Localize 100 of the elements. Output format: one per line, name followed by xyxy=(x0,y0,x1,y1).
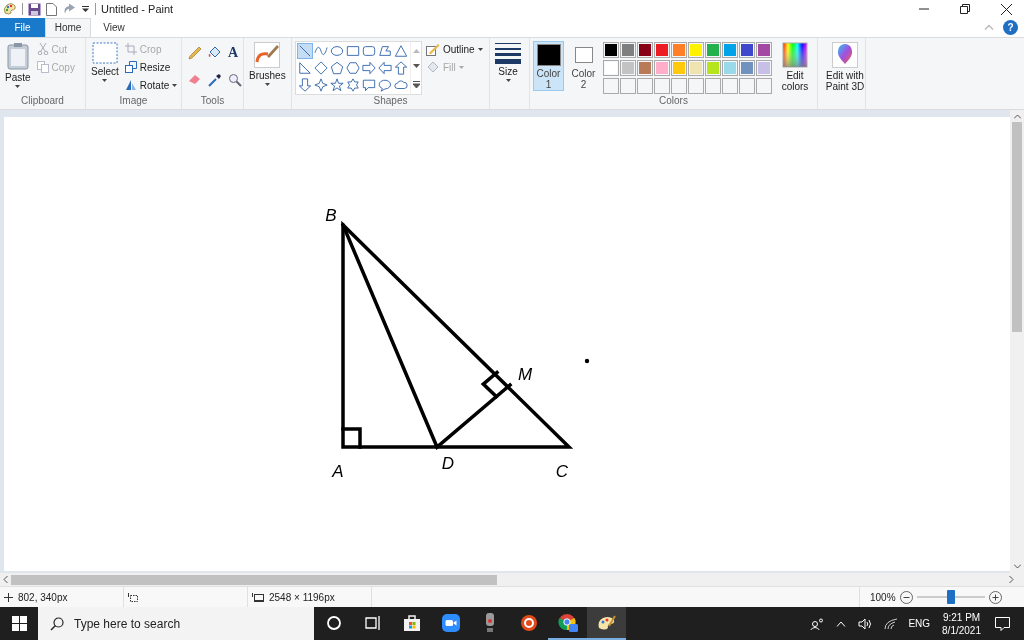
text-tool[interactable]: A xyxy=(228,45,244,60)
color-swatch[interactable] xyxy=(688,59,704,76)
diamond-icon[interactable] xyxy=(313,59,329,76)
scroll-right-icon[interactable] xyxy=(1009,576,1014,583)
color-swatch[interactable] xyxy=(722,59,738,76)
color-swatch[interactable] xyxy=(620,59,636,76)
color-swatch[interactable] xyxy=(671,59,687,76)
color-swatch[interactable] xyxy=(756,41,772,58)
edit-colors-button[interactable]: Edit colors xyxy=(776,40,814,93)
color-picker-icon[interactable] xyxy=(208,73,222,88)
scroll-left-icon[interactable] xyxy=(3,576,8,583)
zoom-out-button[interactable] xyxy=(899,590,913,604)
caret-icon xyxy=(15,84,21,88)
clock[interactable]: 9:21 PM 8/1/2021 xyxy=(942,610,981,637)
search-icon xyxy=(50,617,64,631)
outline-button[interactable]: Outline xyxy=(426,41,483,57)
file-tab[interactable]: File xyxy=(0,18,45,37)
color-swatch[interactable] xyxy=(654,59,670,76)
scroll-up-icon[interactable] xyxy=(1013,113,1021,119)
caret-icon xyxy=(172,83,178,87)
brush-icon xyxy=(254,41,281,68)
color-swatch[interactable] xyxy=(739,59,755,76)
color-slot-button[interactable]: Color 1 xyxy=(533,40,564,91)
notifications-icon[interactable] xyxy=(995,616,1010,631)
color-swatch[interactable] xyxy=(671,41,687,58)
vertical-scrollbar[interactable] xyxy=(1010,109,1024,574)
expand-gallery-icon[interactable] xyxy=(412,81,420,89)
size-button[interactable]: Size xyxy=(493,40,523,83)
group-label: Clipboard xyxy=(20,94,65,108)
color-swatch[interactable] xyxy=(637,41,653,58)
close-icon xyxy=(1000,3,1012,15)
canvas-size: 2548 × 1196px xyxy=(269,591,335,603)
color-swatch[interactable] xyxy=(722,41,738,58)
zoom-in-button[interactable] xyxy=(988,590,1002,604)
color-swatch[interactable] xyxy=(739,41,755,58)
group-label: Tools xyxy=(199,94,226,108)
left-arrow-icon[interactable] xyxy=(377,59,393,76)
undo-icon[interactable] xyxy=(62,3,76,15)
image-tool-button[interactable]: Resize xyxy=(124,59,178,75)
scroll-down-icon[interactable] xyxy=(412,64,420,70)
language-indicator[interactable]: ENG xyxy=(908,618,931,629)
caret-up-icon[interactable] xyxy=(836,620,847,627)
pentagon-icon[interactable] xyxy=(329,59,345,76)
paint-app-icon[interactable] xyxy=(3,2,17,16)
group-label: Image xyxy=(118,94,149,108)
four-point-star-icon[interactable] xyxy=(313,76,329,93)
six-point-star-icon[interactable] xyxy=(345,76,361,93)
speaker-icon[interactable] xyxy=(858,617,873,630)
color-swatch[interactable] xyxy=(637,59,653,76)
color-swatch[interactable] xyxy=(654,41,670,58)
drawing-canvas[interactable]: B M A D C xyxy=(4,116,1010,571)
right-arrow-icon[interactable] xyxy=(361,59,377,76)
paste-button[interactable]: Paste xyxy=(3,40,33,89)
triangle-icon[interactable] xyxy=(393,42,409,59)
color-swatch[interactable] xyxy=(756,59,772,76)
fill-bucket-icon[interactable] xyxy=(208,45,222,60)
pencil-icon[interactable] xyxy=(188,45,202,60)
zoom-slider-thumb[interactable] xyxy=(946,590,955,604)
restore-icon xyxy=(960,4,970,14)
color-swatch[interactable] xyxy=(705,41,721,58)
canvas-size-icon xyxy=(252,592,264,602)
star-icon[interactable] xyxy=(329,76,345,93)
color-slot-button[interactable]: Color 2 xyxy=(568,40,599,91)
image-tool-button[interactable]: Rotate xyxy=(124,77,178,93)
search-field[interactable]: Type here to search xyxy=(38,607,314,640)
zoom-slider[interactable] xyxy=(916,590,985,604)
ribbon-tab[interactable]: Home xyxy=(45,18,91,37)
color-spectrum-icon xyxy=(782,41,808,68)
windows-logo-icon xyxy=(11,616,27,631)
help-button[interactable]: ? xyxy=(1003,20,1018,35)
color-swatch[interactable] xyxy=(603,41,619,58)
edit-with-paint-3d-button[interactable]: Edit with Paint 3D xyxy=(821,40,869,93)
caret-icon[interactable] xyxy=(81,5,90,13)
scroll-thumb[interactable] xyxy=(11,574,497,585)
color-swatch[interactable] xyxy=(603,59,619,76)
point-label: M xyxy=(517,364,533,384)
save-icon[interactable] xyxy=(28,2,41,16)
color-swatch[interactable] xyxy=(705,59,721,76)
eraser-icon[interactable] xyxy=(188,73,202,86)
line-icon[interactable] xyxy=(297,42,313,59)
caret-icon xyxy=(264,82,270,86)
right-triangle-icon[interactable] xyxy=(297,59,313,76)
hexagon-icon[interactable] xyxy=(345,59,361,76)
new-file-icon[interactable] xyxy=(46,2,57,16)
copy-icon xyxy=(36,61,49,74)
scroll-thumb[interactable] xyxy=(1012,121,1022,332)
up-arrow-icon[interactable] xyxy=(393,59,409,76)
rotate-icon xyxy=(124,79,137,92)
paint-app-icon[interactable] xyxy=(587,607,626,640)
people-icon[interactable] xyxy=(810,617,825,630)
color-swatch[interactable] xyxy=(688,41,704,58)
select-button[interactable]: Select xyxy=(89,40,121,83)
color-swatch[interactable] xyxy=(620,41,636,58)
wifi-icon[interactable] xyxy=(884,617,899,630)
magnifier-icon[interactable] xyxy=(228,73,242,88)
horizontal-scrollbar[interactable] xyxy=(0,573,1024,586)
brushes-button[interactable]: Brushes xyxy=(247,40,288,87)
group-label: Colors xyxy=(658,94,689,108)
down-arrow-icon[interactable] xyxy=(297,76,313,93)
resize-icon xyxy=(124,61,137,74)
